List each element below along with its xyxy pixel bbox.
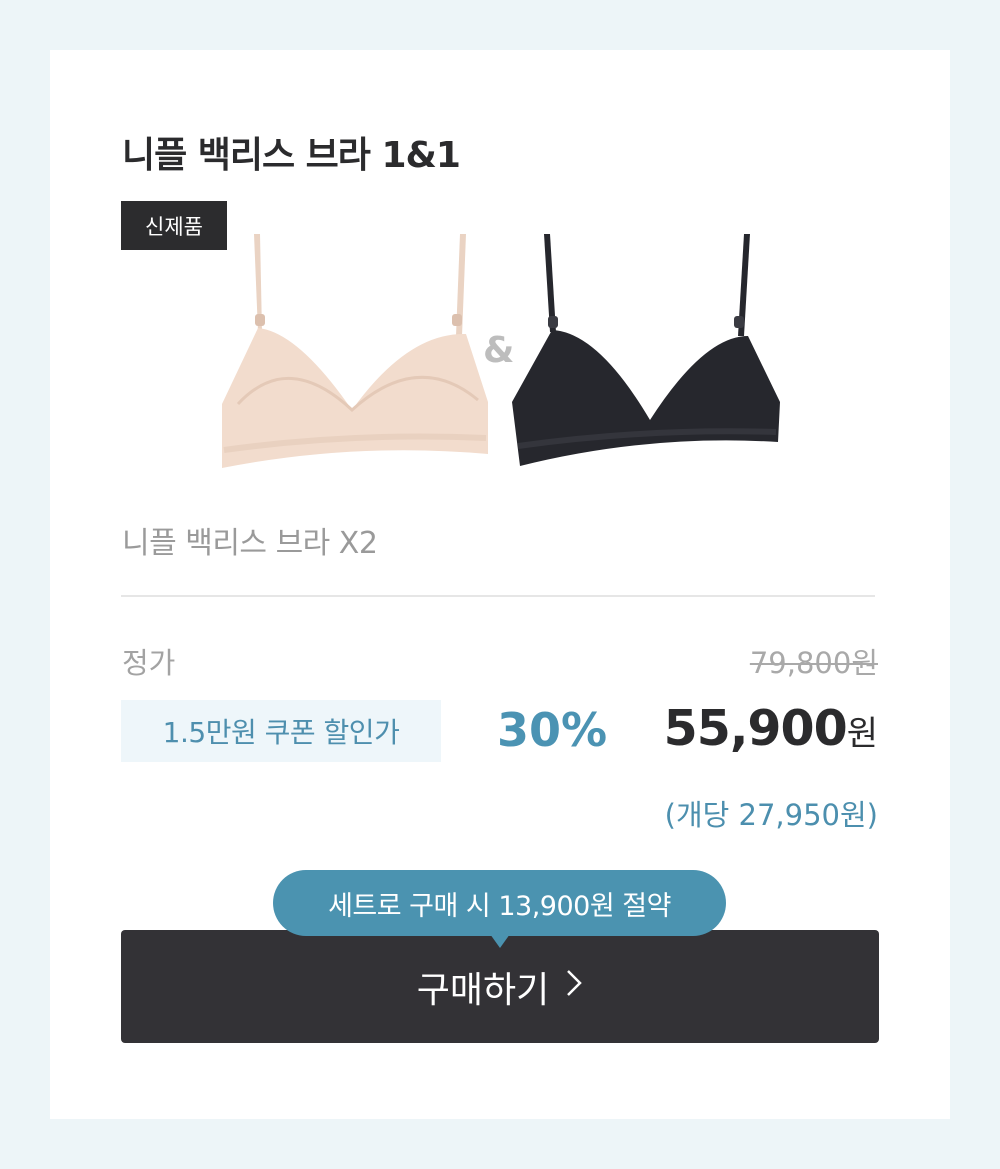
product-title: 니플 백리스 브라 1&1	[122, 135, 461, 176]
sale-price: 55,900원	[664, 700, 878, 757]
buy-button-label: 구매하기	[416, 969, 550, 1011]
black-bra-image	[512, 234, 780, 466]
new-product-badge: 신제품	[121, 201, 227, 250]
discount-rate: 30%	[497, 703, 608, 757]
product-subtitle: 니플 백리스 브라 X2	[122, 526, 378, 561]
sale-price-value: 55,900	[663, 700, 848, 757]
chevron-right-icon	[565, 966, 583, 1007]
savings-tooltip: 세트로 구매 시 13,900원 절약	[273, 870, 726, 936]
tooltip-tail	[490, 934, 510, 948]
regular-price: 79,800원	[749, 646, 878, 680]
beige-bra-image	[222, 234, 488, 468]
product-card: 니플 백리스 브라 1&1 신제품 & 니플 백리스 브라 X2 정가 79,8…	[50, 50, 950, 1119]
sale-price-unit: 원	[846, 714, 878, 754]
regular-price-label: 정가	[122, 646, 176, 680]
divider	[121, 595, 875, 597]
unit-price: (개당 27,950원)	[664, 798, 878, 832]
coupon-price-label: 1.5만원 쿠폰 할인가	[121, 700, 441, 762]
